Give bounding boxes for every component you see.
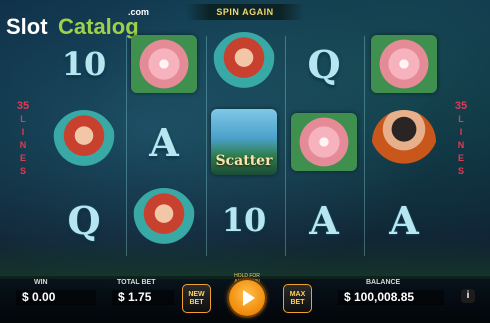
reel-symbol — [48, 106, 120, 178]
reel-symbol: A — [288, 184, 360, 256]
lines-letter: L — [20, 114, 26, 124]
scatter-island-icon: Scatter — [211, 109, 277, 175]
play-icon — [243, 290, 255, 306]
reel-symbol: Scatter — [208, 106, 280, 178]
info-button[interactable]: i — [461, 289, 475, 303]
logo-slot-text: Slot — [6, 14, 48, 39]
reel-separator — [126, 36, 127, 256]
total-bet-value: $ 1.75 — [112, 290, 174, 305]
reel-2: A — [128, 28, 200, 260]
reel-4: QA — [288, 28, 360, 260]
reel-5: A — [368, 28, 440, 260]
reel-1: 10 Q — [48, 28, 120, 260]
mermaid-icon — [132, 188, 196, 252]
logo-com-text: .com — [128, 7, 150, 17]
win-label: WIN — [34, 279, 48, 286]
lines-letter: N — [457, 140, 465, 150]
reel-symbol: A — [128, 106, 200, 178]
reel-3: Scatter 10 — [208, 28, 280, 260]
win-value: $ 0.00 — [16, 290, 96, 305]
reel-symbol: Q — [48, 184, 120, 256]
letter-symbol: A — [149, 119, 179, 165]
reel-symbol — [368, 28, 440, 100]
letter-symbol: 10 — [61, 45, 107, 83]
lines-letter: I — [21, 127, 25, 137]
mermaid-icon — [52, 110, 116, 174]
letter-symbol: Q — [67, 197, 101, 243]
letter-symbol: A — [309, 197, 339, 243]
reel-separator — [285, 36, 286, 256]
lines-indicator-right: 35 L I N E S — [454, 100, 468, 178]
reel-symbol — [208, 28, 280, 100]
reel-symbol: 10 — [48, 28, 120, 100]
new-bet-label: NEW — [188, 290, 205, 298]
lines-indicator-left: 35 L I N E S — [16, 100, 30, 178]
new-bet-button[interactable]: NEW BET — [182, 284, 211, 313]
spin-button[interactable] — [229, 280, 265, 316]
letter-symbol: Q — [307, 41, 341, 87]
max-bet-label: MAX — [289, 290, 306, 298]
reel-symbol — [288, 106, 360, 178]
balance-value: $ 100,008.85 — [338, 290, 444, 305]
letter-symbol: 10 — [221, 201, 267, 239]
reel-symbol — [128, 28, 200, 100]
new-bet-label: BET — [189, 298, 204, 306]
lines-letter: I — [459, 127, 463, 137]
lines-letter: S — [19, 166, 26, 176]
lines-letter: E — [19, 153, 26, 163]
max-bet-button[interactable]: MAX BET — [283, 284, 312, 313]
spin-again-banner: SPIN AGAIN — [186, 4, 304, 20]
mermaid-icon — [212, 32, 276, 96]
lotus-flower-icon — [371, 35, 437, 93]
balance-label: BALANCE — [366, 279, 401, 286]
lotus-flower-icon — [291, 113, 357, 171]
lines-letter: S — [457, 166, 464, 176]
letter-symbol: A — [389, 197, 419, 243]
total-bet-label: TOTAL BET — [117, 279, 156, 286]
reel-symbol: 10 — [208, 184, 280, 256]
lines-count: 35 — [454, 100, 468, 112]
reel-separator — [206, 36, 207, 256]
lines-letter: L — [458, 114, 464, 124]
pirate-icon — [372, 110, 436, 174]
reel-separator — [364, 36, 365, 256]
lines-letter: N — [19, 140, 27, 150]
reel-symbol: Q — [288, 28, 360, 100]
reel-symbol — [128, 184, 200, 256]
reel-symbol: A — [368, 184, 440, 256]
reel-symbol — [368, 106, 440, 178]
lines-count: 35 — [16, 100, 30, 112]
scatter-label: Scatter — [215, 153, 273, 169]
lines-letter: E — [457, 153, 464, 163]
lotus-flower-icon — [131, 35, 197, 93]
max-bet-label: BET — [290, 298, 305, 306]
